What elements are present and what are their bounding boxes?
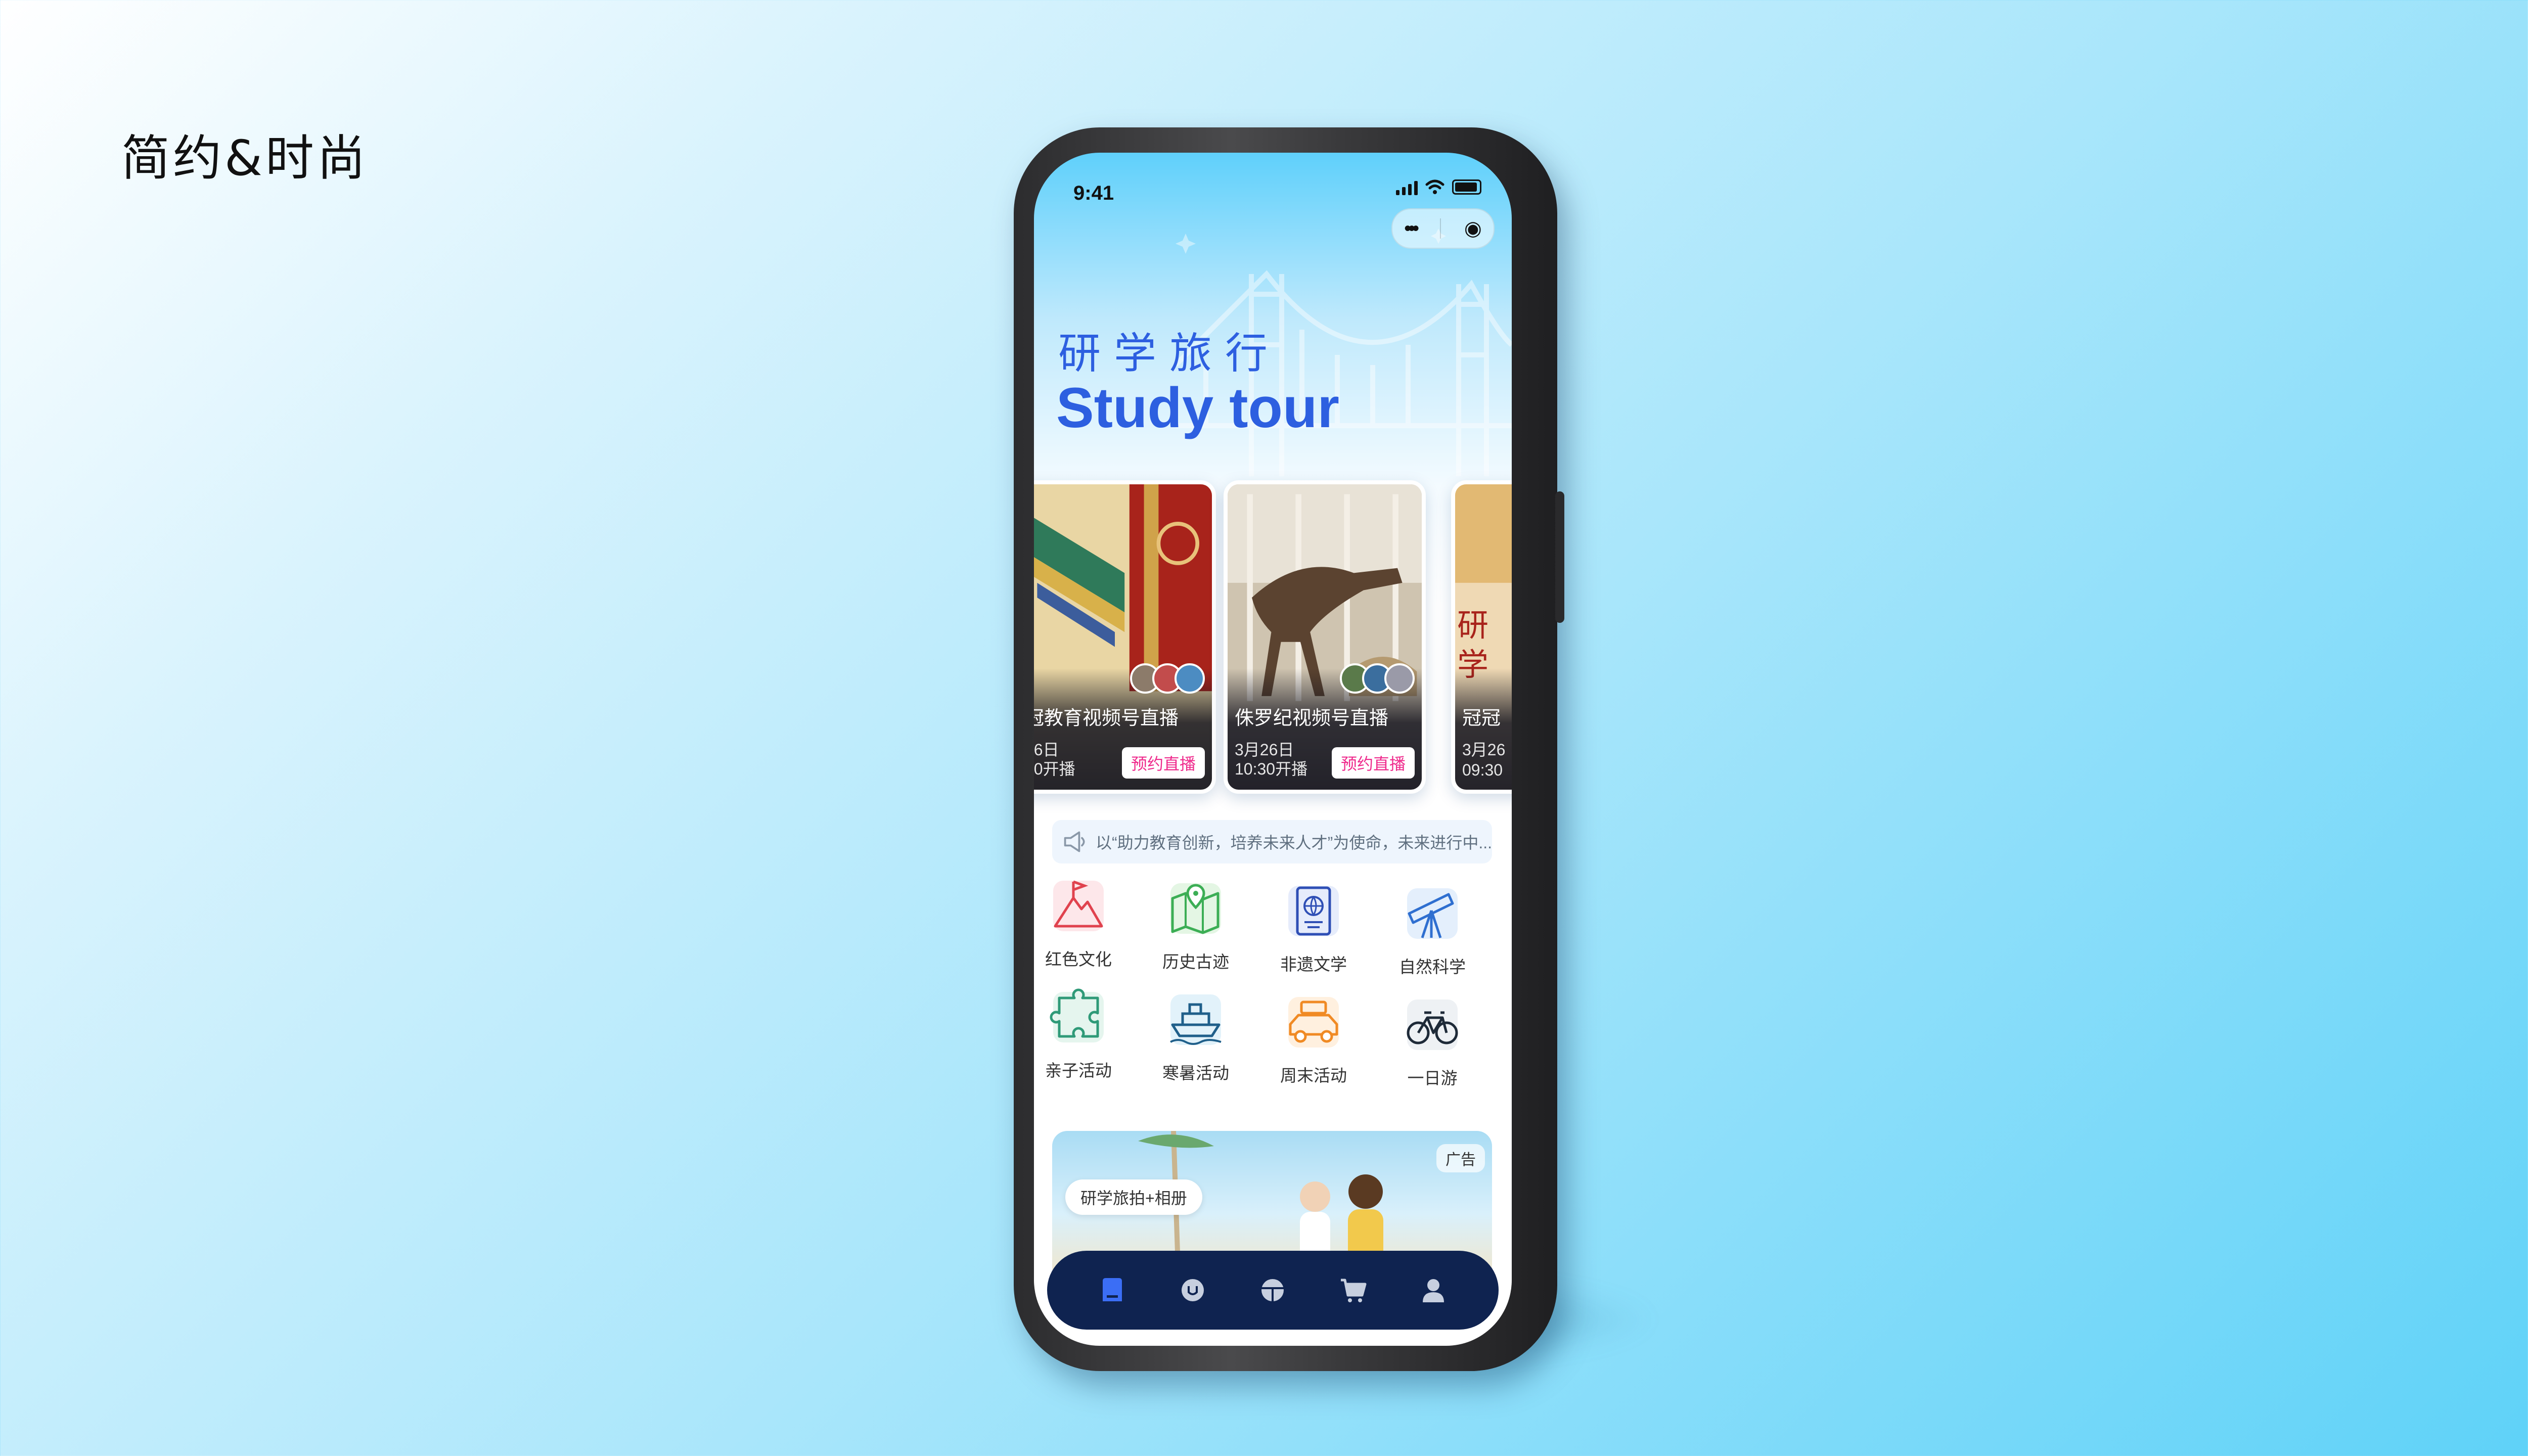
home-icon — [1103, 1278, 1122, 1301]
category-label: 红色文化 — [1045, 950, 1112, 969]
tab-home[interactable] — [1095, 1272, 1130, 1308]
puzzle-icon — [1050, 988, 1104, 1042]
category-intangible-heritage[interactable]: 非遗文学 — [1263, 881, 1364, 975]
course-icon — [1261, 1279, 1284, 1301]
live-card[interactable]: 冠教育视频号直播 26日 30开播 预约直播 — [1034, 480, 1216, 794]
category-natural-science[interactable]: 自然科学 — [1382, 883, 1483, 978]
card-time: 10:30开播 — [1235, 760, 1308, 778]
card-title: 侏罗纪视频号直播 — [1235, 708, 1389, 729]
tab-course[interactable] — [1255, 1272, 1290, 1308]
miniprogram-capsule: ••• ◉ — [1391, 208, 1495, 249]
phone-frame: 9:41 ••• ◉ 研学旅行 Study tour 冠教育视频号直播 6日 0… — [1014, 127, 1564, 1371]
bicycle-icon — [1407, 999, 1458, 1050]
category-red-culture[interactable]: 红色文化 — [1034, 876, 1129, 970]
tab-profile[interactable] — [1416, 1272, 1451, 1308]
category-weekend[interactable]: 周末活动 — [1263, 992, 1364, 1086]
passport-book-icon — [1288, 886, 1339, 936]
power-button — [1555, 491, 1564, 623]
ad-tag: 广告 — [1436, 1144, 1485, 1172]
bottom-tab-bar — [1047, 1251, 1499, 1330]
category-label: 寒暑活动 — [1162, 1064, 1229, 1082]
tab-cart[interactable] — [1335, 1272, 1371, 1308]
tab-discover[interactable] — [1175, 1272, 1210, 1308]
battery-icon — [1452, 179, 1481, 195]
hero-title-en: Study tour — [1056, 376, 1339, 439]
cellular-signal-icon — [1396, 179, 1418, 195]
card-time: 09:30 — [1462, 761, 1503, 779]
category-label: 亲子活动 — [1045, 1061, 1112, 1080]
close-icon[interactable]: ◉ — [1464, 217, 1482, 240]
phone-screen: 9:41 ••• ◉ 研学旅行 Study tour 冠教育视频号直播 6日 0… — [1034, 153, 1512, 1346]
category-history-sites[interactable]: 历史古迹 — [1145, 878, 1246, 973]
category-label: 非遗文学 — [1280, 955, 1347, 974]
notice-text: 以“助力教育创新，培养未来人才”为使命，未来进行中... — [1096, 834, 1492, 852]
avatar — [1384, 663, 1415, 694]
category-holiday[interactable]: 寒暑活动 — [1145, 989, 1246, 1084]
card-date: 3月26 — [1462, 741, 1506, 759]
avatar — [1175, 663, 1205, 694]
cruise-ship-icon — [1170, 994, 1222, 1045]
live-card[interactable]: 侏罗纪视频号直播 3月26日 10:30开播 预约直播 — [1224, 480, 1426, 794]
category-label: 一日游 — [1407, 1069, 1458, 1087]
page-heading: 简约&时尚 — [121, 130, 369, 187]
megaphone-icon — [1064, 831, 1085, 852]
status-icons — [1396, 179, 1481, 195]
wifi-icon — [1425, 179, 1444, 194]
category-label: 周末活动 — [1280, 1066, 1347, 1085]
red-flag-mountain-icon — [1053, 880, 1104, 931]
category-label: 自然科学 — [1399, 958, 1466, 976]
category-label: 历史古迹 — [1162, 952, 1229, 971]
profile-icon — [1422, 1279, 1444, 1302]
card-time: 30开播 — [1034, 760, 1075, 778]
viewer-avatars — [1130, 663, 1205, 694]
card-title: 冠冠 — [1462, 708, 1501, 729]
map-pin-icon — [1170, 883, 1221, 934]
status-time: 9:41 — [1073, 182, 1114, 204]
category-day-trip[interactable]: 一日游 — [1382, 994, 1483, 1089]
cart-icon — [1341, 1279, 1367, 1302]
viewer-avatars — [1340, 663, 1415, 694]
more-icon[interactable]: ••• — [1404, 217, 1419, 240]
discover-icon — [1181, 1279, 1204, 1301]
reserve-live-button[interactable]: 预约直播 — [1331, 747, 1415, 779]
reserve-live-button[interactable]: 预约直播 — [1121, 747, 1205, 779]
telescope-icon — [1407, 888, 1458, 939]
car-luggage-icon — [1288, 997, 1339, 1048]
capsule-divider — [1439, 218, 1441, 239]
live-card[interactable]: 研学 冠冠 3月26 09:30 — [1451, 480, 1512, 794]
hero-title-cn: 研学旅行 — [1058, 329, 1281, 378]
notice-bar[interactable]: 以“助力教育创新，培养未来人才”为使命，未来进行中... — [1052, 820, 1492, 863]
category-parent-child[interactable]: 亲子活动 — [1034, 987, 1129, 1081]
ad-chip[interactable]: 研学旅拍+相册 — [1065, 1179, 1202, 1215]
card-title: 冠教育视频号直播 — [1034, 708, 1179, 729]
